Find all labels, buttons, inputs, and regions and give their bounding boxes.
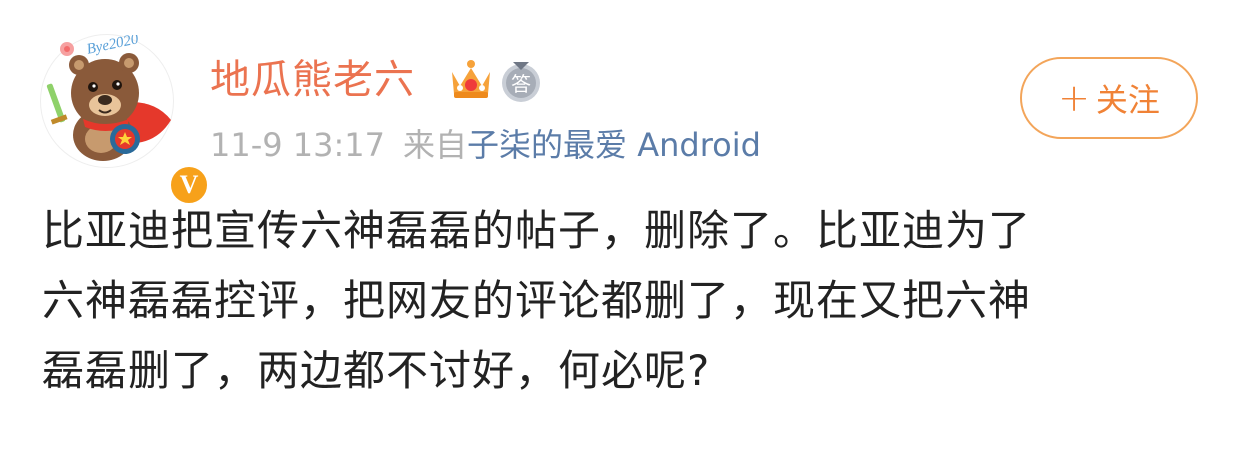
from-label: 来自	[403, 126, 468, 164]
content-line: 磊磊删了，两边都不讨好，何必呢?	[42, 346, 711, 395]
content-line: 六神磊磊控评，把网友的评论都删了，现在又把六神	[42, 276, 1032, 325]
follow-button[interactable]: + 关注	[1020, 57, 1198, 139]
follow-label: 关注	[1095, 81, 1160, 119]
post-content: 比亚迪把宣传六神磊磊的帖子，删除了。比亚迪为了 六神磊磊控评，把网友的评论都删了…	[42, 196, 1202, 406]
post-meta: 11-9 13:17 来自子柒的最爱 Android	[210, 126, 761, 164]
post-time: 11-9 13:17	[210, 126, 386, 164]
medal-text: 答	[511, 72, 531, 96]
answer-medal-icon[interactable]: 答	[500, 60, 542, 104]
source-link[interactable]: 子柒的最爱 Android	[467, 126, 761, 164]
bear-mascot-icon: Bye2020	[46, 35, 171, 161]
crown-icon[interactable]	[448, 58, 494, 102]
weibo-post: Bye2020 V 地瓜熊老六 答 11-9 13:17 来自子柒的最爱 Andr…	[0, 0, 1242, 458]
content-line: 比亚迪把宣传六神磊磊的帖子，删除了。比亚迪为了	[42, 206, 1032, 255]
avatar[interactable]: Bye2020 V	[40, 34, 210, 206]
username[interactable]: 地瓜熊老六	[210, 58, 415, 102]
plus-icon: +	[1058, 76, 1090, 120]
